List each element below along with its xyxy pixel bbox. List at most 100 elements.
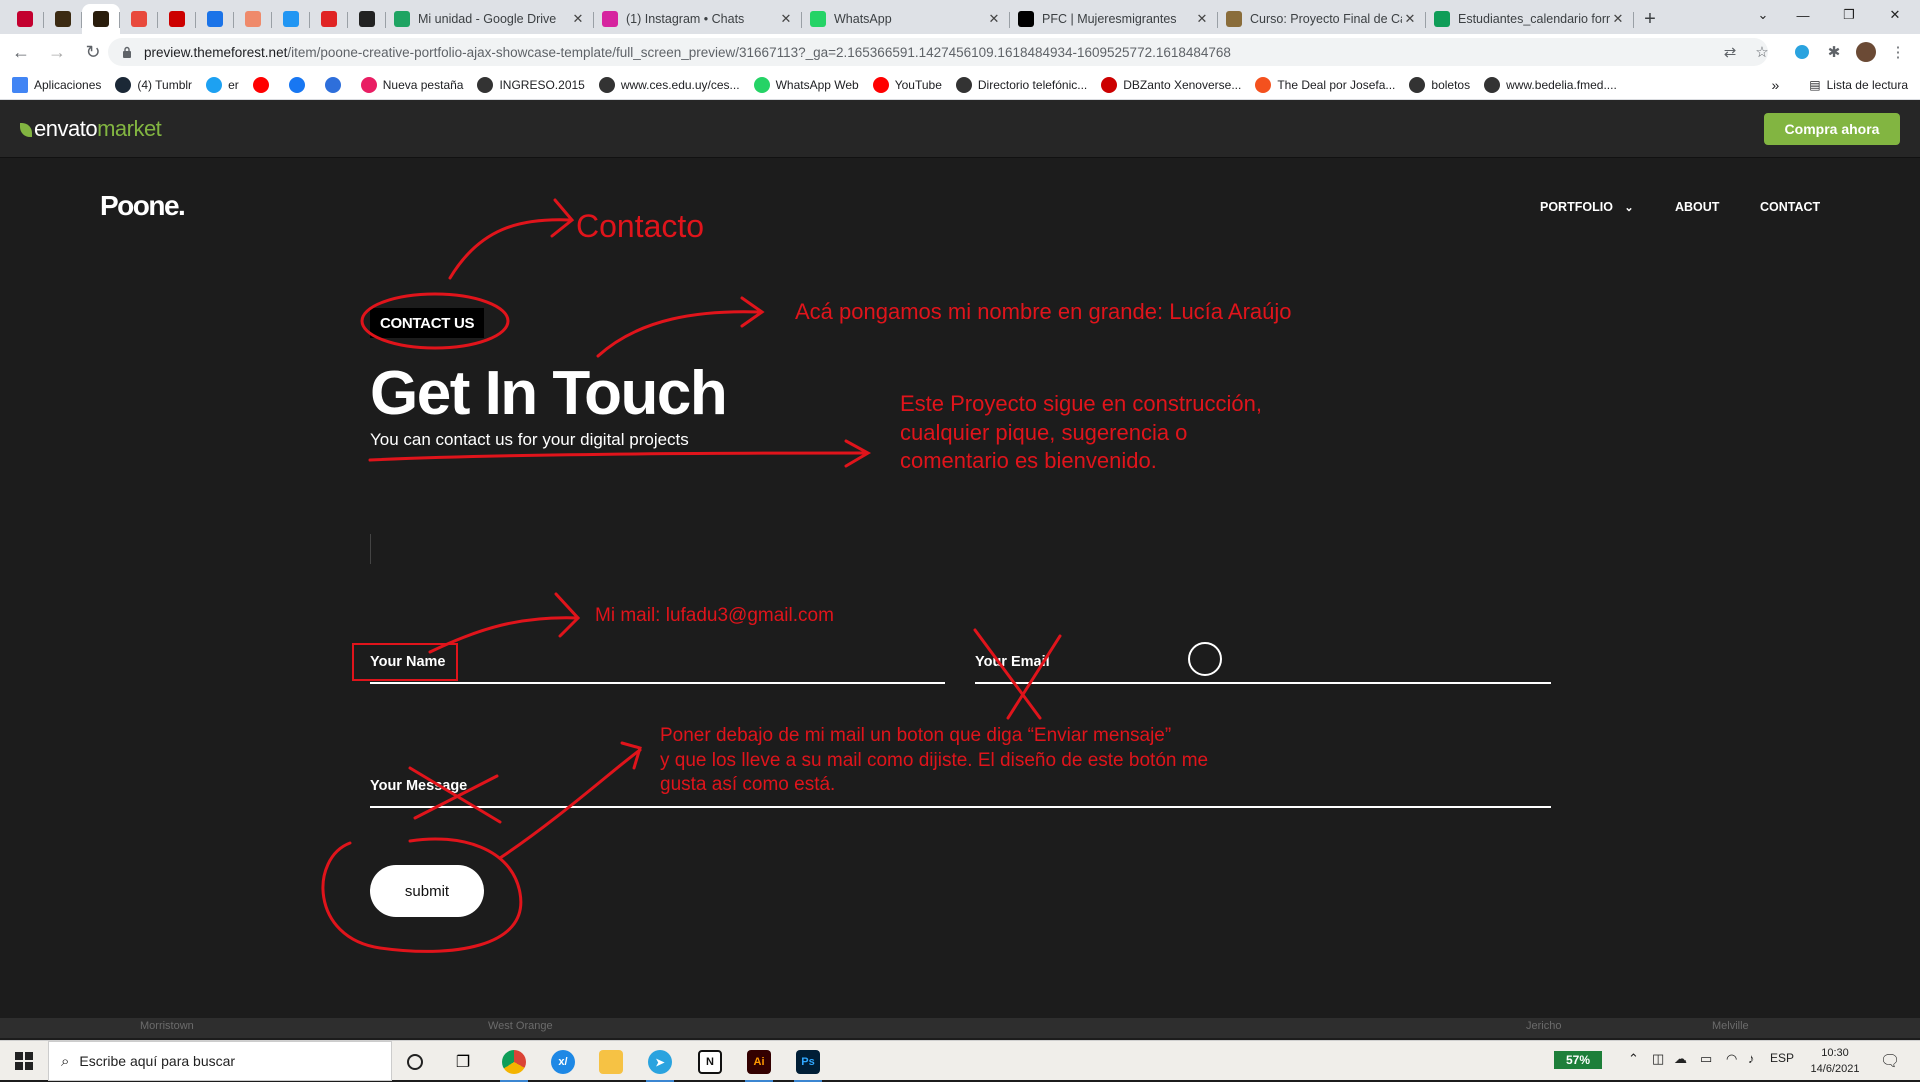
translate-icon[interactable]: ⇄ [1720, 42, 1740, 62]
bookmark-item[interactable]: WhatsApp Web [753, 76, 859, 93]
vscode-app-icon[interactable]: x/ [543, 1045, 583, 1079]
close-tab-icon[interactable]: ✕ [1194, 11, 1210, 27]
browser-toolbar: ← → ↻ preview.themeforest.net/item/poone… [0, 34, 1920, 70]
bookmark-item[interactable] [288, 76, 311, 93]
taskbar-search-input[interactable]: ⌕ Escribe aquí para buscar [48, 1041, 392, 1081]
windows-start-icon[interactable] [0, 1041, 48, 1081]
show-hidden-icons-icon[interactable]: ⌃ [1628, 1051, 1639, 1067]
browser-tab[interactable]: PFC | Mujeresmigrantes ✕ [1010, 4, 1218, 34]
forward-icon[interactable]: → [42, 37, 72, 67]
onedrive-icon[interactable]: ☁ [1674, 1051, 1687, 1067]
bookmark-item[interactable]: DBZanto Xenoverse... [1101, 76, 1241, 93]
photoshop-app-icon[interactable]: Ps [788, 1045, 828, 1082]
chrome-app-icon[interactable] [494, 1045, 534, 1082]
restore-button[interactable]: ❐ [1826, 0, 1872, 30]
menu-kebab-icon[interactable]: ⋮ [1888, 42, 1908, 62]
envato-logo-accent: market [97, 116, 162, 141]
bookmark-star-icon[interactable]: ☆ [1752, 42, 1772, 62]
battery-icon[interactable]: ▭ [1700, 1051, 1712, 1067]
chevron-down-icon: ⌄ [1624, 202, 1634, 214]
bookmark-label: (4) Tumblr [137, 77, 193, 92]
tab-title: Mi unidad - Google Drive [418, 12, 557, 26]
volume-icon[interactable]: ♪ [1748, 1051, 1755, 1066]
address-bar[interactable]: preview.themeforest.net/item/poone-creat… [108, 38, 1768, 66]
minimize-button[interactable]: — [1780, 0, 1826, 30]
bookmark-item[interactable]: Directorio telefónic... [955, 76, 1087, 93]
more-bookmarks-icon[interactable]: » [1771, 77, 1779, 93]
browser-tab-pinned[interactable] [234, 4, 272, 34]
annotation-button: Poner debajo de mi mail un boton que dig… [660, 724, 1208, 798]
language-indicator[interactable]: ESP [1770, 1051, 1794, 1065]
notion-app-icon[interactable]: N [690, 1045, 730, 1079]
system-clock[interactable]: 10:30 14/6/2021 [1800, 1045, 1870, 1077]
file-explorer-icon[interactable] [591, 1045, 631, 1079]
browser-tab-pinned[interactable] [120, 4, 158, 34]
close-tab-icon[interactable]: ✕ [778, 11, 794, 27]
nav-portfolio[interactable]: PORTFOLIO ⌄ [1540, 200, 1634, 214]
browser-tab-pinned[interactable] [272, 4, 310, 34]
cortana-icon[interactable] [395, 1045, 435, 1079]
bookmark-item[interactable]: (4) Tumblr [115, 76, 193, 93]
browser-tab-pinned[interactable] [196, 4, 234, 34]
browser-tab[interactable]: (1) Instagram • Chats ✕ [594, 4, 802, 34]
bookmark-item[interactable]: www.ces.edu.uy/ces... [598, 76, 740, 93]
tab-favicon-icon [169, 11, 185, 27]
site-logo[interactable]: Poone. [100, 190, 186, 222]
bookmark-item[interactable]: Aplicaciones [12, 76, 102, 93]
browser-tab-pinned[interactable] [310, 4, 348, 34]
browser-tab-pinned[interactable] [6, 4, 44, 34]
tray-app-icon[interactable]: ◫ [1652, 1051, 1664, 1067]
windows-taskbar: ⌕ Escribe aquí para buscar ❐ x/ ➤ N Ai P… [0, 1040, 1920, 1082]
email-field[interactable]: Your Email [975, 628, 1551, 684]
browser-tab[interactable]: WhatsApp ✕ [802, 4, 1010, 34]
nav-contact[interactable]: CONTACT [1760, 200, 1820, 214]
annotation-mail: Mi mail: lufadu3@gmail.com [595, 605, 834, 626]
browser-tab-pinned[interactable] [158, 4, 196, 34]
bookmark-item[interactable]: The Deal por Josefa... [1255, 76, 1395, 93]
close-tab-icon[interactable]: ✕ [570, 11, 586, 27]
annotation-button-line-3: gusta así como está. [660, 774, 836, 796]
bookmark-item[interactable]: INGRESO.2015 [477, 76, 585, 93]
bookmark-item[interactable]: boletos [1409, 76, 1470, 93]
notifications-icon[interactable]: 🗨 [1880, 1051, 1900, 1071]
submit-button[interactable]: submit [370, 865, 484, 917]
close-tab-icon[interactable]: ✕ [1610, 11, 1626, 27]
telegram-extension-icon[interactable] [1792, 42, 1812, 62]
name-field[interactable]: Your Name [370, 628, 945, 684]
telegram-app-icon[interactable]: ➤ [640, 1045, 680, 1082]
clock-time: 10:30 [1821, 1047, 1849, 1059]
browser-tab-pinned[interactable] [82, 4, 120, 34]
browser-tab-pinned[interactable] [348, 4, 386, 34]
new-tab-button[interactable]: + [1634, 4, 1666, 34]
browser-tab[interactable]: Estudiantes_calendario form ✕ [1426, 4, 1634, 34]
bookmark-item[interactable]: YouTube [872, 76, 942, 93]
browser-tab-pinned[interactable] [44, 4, 82, 34]
bookmark-item[interactable] [324, 76, 347, 93]
nav-about[interactable]: ABOUT [1675, 200, 1719, 214]
battery-indicator[interactable]: 57% [1554, 1051, 1602, 1069]
tab-title: Estudiantes_calendario form [1458, 12, 1610, 26]
task-view-icon[interactable]: ❐ [443, 1045, 483, 1079]
bookmark-label: Aplicaciones [34, 77, 102, 92]
browser-tab[interactable]: Curso: Proyecto Final de Ca ✕ [1218, 4, 1426, 34]
map-label: West Orange [488, 1020, 553, 1032]
close-tab-icon[interactable]: ✕ [986, 11, 1002, 27]
profile-avatar[interactable] [1856, 42, 1876, 62]
browser-tab[interactable]: Mi unidad - Google Drive ✕ [386, 4, 594, 34]
extensions-icon[interactable]: ✱ [1824, 42, 1844, 62]
wifi-icon[interactable]: ◠ [1726, 1051, 1737, 1067]
bookmark-item[interactable]: www.bedelia.fmed.... [1484, 76, 1617, 93]
illustrator-app-icon[interactable]: Ai [739, 1045, 779, 1082]
buy-now-button[interactable]: Compra ahora [1764, 113, 1900, 145]
close-tab-icon[interactable]: ✕ [1402, 11, 1418, 27]
annotation-button-line-1: Poner debajo de mi mail un boton que dig… [660, 725, 1172, 746]
close-window-button[interactable]: ✕ [1872, 0, 1918, 30]
tab-favicon-icon [1226, 11, 1242, 27]
bookmark-item[interactable]: Nueva pestaña [360, 76, 463, 93]
reload-icon[interactable]: ↻ [78, 37, 108, 67]
reading-list-button[interactable]: » ▤ Lista de lectura [1771, 70, 1908, 100]
bookmark-item[interactable] [252, 76, 275, 93]
back-icon[interactable]: ← [6, 37, 36, 67]
bookmark-item[interactable]: er [206, 76, 239, 93]
envato-logo[interactable]: envatomarket [20, 116, 162, 142]
